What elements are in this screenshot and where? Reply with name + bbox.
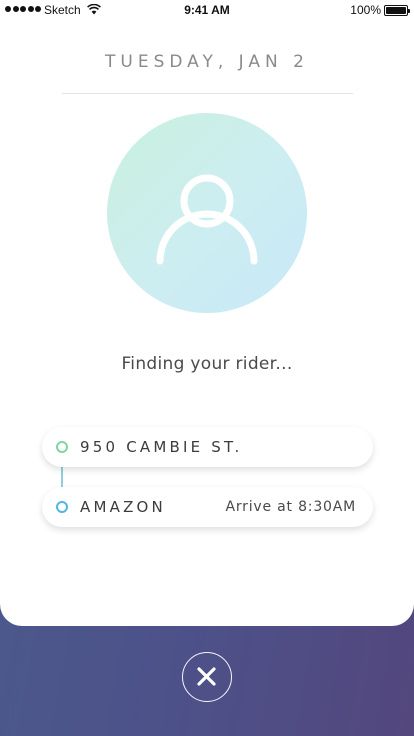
close-icon (197, 667, 216, 686)
pickup-location[interactable]: 950 CAMBIE ST. (42, 427, 373, 467)
destination-name: AMAZON (80, 498, 166, 516)
battery-icon (384, 5, 410, 16)
pickup-address: 950 CAMBIE ST. (80, 438, 243, 456)
header-divider (62, 93, 353, 94)
user-icon (156, 174, 258, 265)
battery-level (386, 7, 406, 14)
close-button[interactable] (182, 652, 232, 702)
arrival-time: Arrive at 8:30AM (225, 499, 356, 515)
status-bar: Sketch 9:41 AM 100% (0, 0, 414, 22)
finding-rider-status: Finding your rider... (121, 354, 293, 374)
destination-dot-icon (56, 501, 68, 513)
origin-dot-icon (56, 441, 68, 453)
rider-avatar (107, 113, 307, 313)
battery-percent: 100% (350, 3, 381, 17)
date-heading: TUESDAY, JAN 2 (105, 52, 309, 72)
trip-card: Sketch 9:41 AM 100% TUESDAY, JAN 2 Findi… (0, 0, 414, 626)
destination-location[interactable]: AMAZON Arrive at 8:30AM (42, 487, 373, 527)
